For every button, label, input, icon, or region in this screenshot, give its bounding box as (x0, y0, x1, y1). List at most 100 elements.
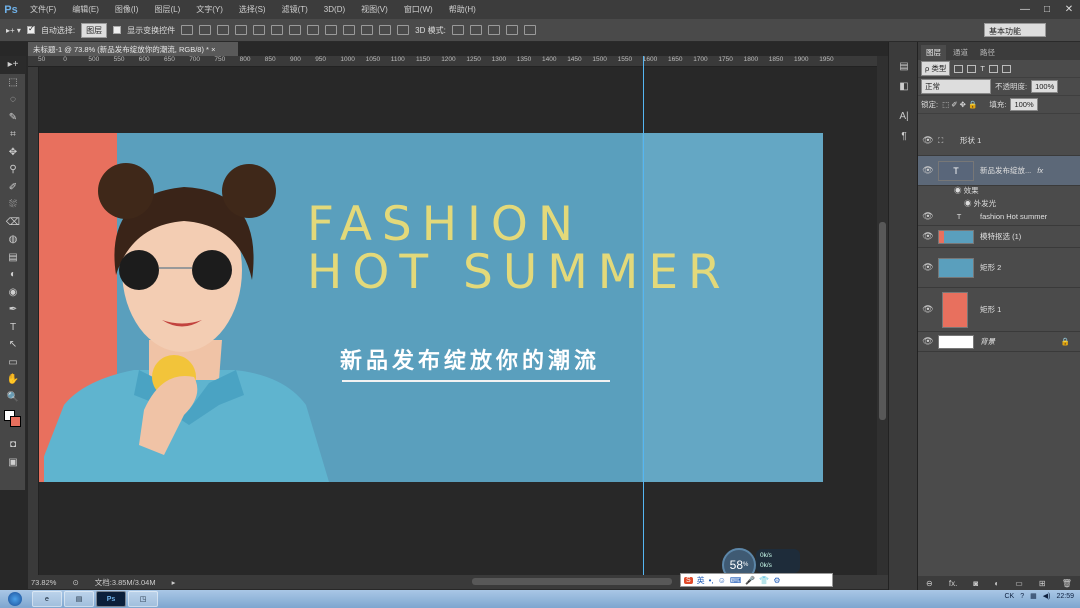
layer-name[interactable]: 模特抠选 (1) (980, 231, 1021, 242)
filter-shape-icon[interactable] (988, 64, 998, 73)
distribute-right-icon[interactable] (379, 25, 392, 35)
keyboard-icon[interactable]: ⌨ (730, 576, 742, 585)
menu-view[interactable]: 视图(V) (353, 4, 396, 15)
3d-slide-icon[interactable] (505, 25, 518, 35)
lock-pixels-icon[interactable]: ⬚ ✐ ✥ 🔒 (942, 100, 977, 109)
align-hcenter-icon[interactable] (253, 25, 266, 35)
zoom-tool-icon[interactable]: 🔍 (0, 389, 26, 407)
visibility-eye-icon[interactable]: 👁 (918, 165, 938, 176)
layer-model[interactable]: 👁 模特抠选 (1) (918, 226, 1080, 248)
horizontal-scroll-thumb[interactable] (472, 578, 672, 585)
emoji-icon[interactable]: ☺ (718, 576, 726, 585)
outer-glow-eye-icon[interactable]: ◉ (964, 199, 974, 208)
layer-name[interactable]: 矩形 1 (980, 304, 1001, 315)
visibility-eye-icon[interactable]: 👁 (918, 336, 938, 347)
blur-tool-icon[interactable]: ◐ (0, 266, 26, 284)
layer-style-icon[interactable]: fx. (949, 579, 957, 588)
layer-name[interactable]: 形状 1 (960, 135, 981, 146)
shape-tool-icon[interactable]: ▭ (0, 354, 26, 372)
document-tab-close-icon[interactable]: × (211, 45, 215, 54)
menu-file[interactable]: 文件(F) (22, 4, 64, 15)
crop-tool-icon[interactable]: ⌗ (0, 126, 26, 144)
background-color-swatch[interactable] (10, 416, 21, 427)
tab-layers[interactable]: 图层 (921, 45, 946, 60)
poster-title-line1[interactable]: FASHION (307, 197, 583, 252)
effects-eye-icon[interactable]: ◉ (954, 186, 964, 195)
3d-scale-icon[interactable] (523, 25, 536, 35)
fx-badge[interactable]: fx (1037, 166, 1043, 175)
blend-mode-dropdown[interactable]: 正常 (921, 79, 991, 94)
new-layer-icon[interactable]: ⊞ (1039, 579, 1046, 588)
quick-mask-icon[interactable]: ◘ (0, 436, 26, 454)
tray-network-icon[interactable]: ▦ (1030, 592, 1037, 600)
layer-name[interactable]: fashion Hot summer (980, 212, 1047, 221)
3d-rotate-icon[interactable] (451, 25, 464, 35)
skin-icon[interactable]: 👕 (759, 576, 769, 585)
dodge-tool-icon[interactable]: ◉ (0, 284, 26, 302)
link-layers-icon[interactable]: ⊖ (926, 579, 933, 588)
filter-pixel-icon[interactable] (954, 64, 964, 73)
start-button[interactable] (0, 590, 30, 608)
pen-tool-icon[interactable]: ✒ (0, 301, 26, 319)
tray-clock[interactable]: 22:59 (1056, 593, 1074, 600)
3d-drag-icon[interactable] (487, 25, 500, 35)
lasso-tool-icon[interactable]: ◌ (0, 91, 26, 109)
new-group-icon[interactable]: ▭ (1015, 579, 1023, 588)
filter-type-icon[interactable]: T (980, 64, 985, 73)
menu-layer[interactable]: 图层(L) (146, 4, 188, 15)
properties-panel-icon[interactable]: ◧ (889, 76, 919, 96)
visibility-eye-icon[interactable]: 👁 (918, 135, 938, 146)
menu-type[interactable]: 文字(Y) (188, 4, 231, 15)
align-top-icon[interactable] (181, 25, 194, 35)
filter-adjust-icon[interactable] (967, 64, 977, 73)
adjustment-layer-icon[interactable]: ◐ (994, 579, 999, 588)
opacity-input[interactable]: 100% (1031, 80, 1059, 93)
layer-rect-1[interactable]: 👁 矩形 1 (918, 288, 1080, 332)
distribute-vcenter-icon[interactable] (307, 25, 320, 35)
visibility-eye-icon[interactable]: 👁 (918, 262, 938, 273)
taskbar-photoshop-icon[interactable]: Ps (96, 591, 126, 607)
taskbar-app-icon[interactable]: ◳ (128, 591, 158, 607)
ime-toolbar[interactable]: S 英 •, ☺ ⌨ 🎤 👕 ⚙ (680, 573, 833, 587)
brush-tool-icon[interactable]: ✐ (0, 179, 26, 197)
document-tab[interactable]: 未标题-1 @ 73.8% (新品发布绽放你的潮流, RGB/8) * × (28, 42, 238, 56)
distribute-left-icon[interactable] (343, 25, 356, 35)
maximize-button[interactable]: □ (1036, 0, 1058, 19)
distribute-hcenter-icon[interactable] (361, 25, 374, 35)
distribute-top-icon[interactable] (289, 25, 302, 35)
distribute-bottom-icon[interactable] (325, 25, 338, 35)
menu-filter[interactable]: 滤镜(T) (274, 4, 316, 15)
close-button[interactable]: ✕ (1058, 0, 1080, 19)
path-select-tool-icon[interactable]: ↖ (0, 336, 26, 354)
align-right-icon[interactable] (271, 25, 284, 35)
poster-artboard[interactable]: FASHION HOT SUMMER 新品发布绽放你的潮流 (39, 133, 823, 482)
character-panel-icon[interactable]: A| (889, 106, 919, 126)
align-bottom-icon[interactable] (217, 25, 230, 35)
menu-3d[interactable]: 3D(D) (316, 5, 353, 14)
layer-filter-dropdown[interactable]: ρ 类型 (921, 61, 951, 76)
show-transform-checkbox[interactable] (113, 26, 122, 34)
layer-name[interactable]: 矩形 2 (980, 262, 1001, 273)
history-brush-icon[interactable]: ◍ (0, 231, 26, 249)
gradient-tool-icon[interactable]: ▤ (0, 249, 26, 267)
sogou-logo-icon[interactable]: S (684, 576, 693, 584)
voice-icon[interactable]: 🎤 (745, 576, 755, 585)
history-panel-icon[interactable]: ▤ (889, 56, 919, 76)
menu-window[interactable]: 窗口(W) (396, 4, 441, 15)
doc-info[interactable]: 文档:3.85M/3.04M (95, 577, 156, 588)
vertical-scroll-thumb[interactable] (879, 222, 886, 420)
eraser-tool-icon[interactable]: ⌫ (0, 214, 26, 232)
tab-channels[interactable]: 通道 (948, 45, 973, 60)
fill-input[interactable]: 100% (1010, 98, 1038, 111)
layer-shape-1[interactable]: 👁 ⛶ 形状 1 (918, 126, 1080, 156)
auto-select-dropdown[interactable]: 图层 (81, 22, 108, 38)
taskbar-explorer-icon[interactable]: ▤ (64, 591, 94, 607)
settings-icon[interactable]: ⚙ (773, 576, 780, 585)
zoom-readout[interactable]: 73.82% (31, 578, 56, 587)
menu-help[interactable]: 帮助(H) (441, 4, 484, 15)
layer-name[interactable]: 新品发布绽放... (980, 165, 1031, 176)
layer-subtitle-text[interactable]: 👁 T 新品发布绽放... fx (918, 156, 1080, 186)
guide-line[interactable] (643, 56, 644, 576)
menu-select[interactable]: 选择(S) (231, 4, 274, 15)
visibility-eye-icon[interactable]: 👁 (918, 231, 938, 242)
